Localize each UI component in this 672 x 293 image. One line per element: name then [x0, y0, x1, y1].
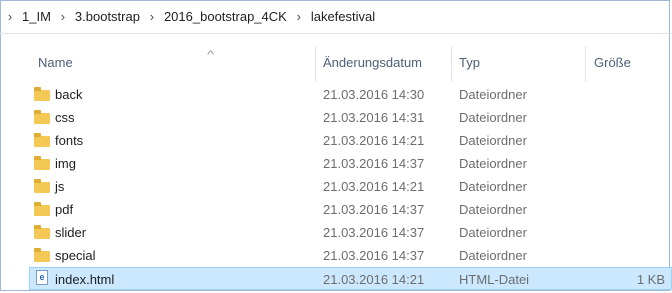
file-row[interactable]: back 21.03.2016 14:30 Dateiordner [0, 83, 672, 106]
folder-icon [34, 202, 50, 216]
file-date: 21.03.2016 14:21 [323, 179, 425, 194]
file-size: 1 KB [636, 272, 665, 287]
file-type: Dateiordner [459, 202, 527, 217]
file-row[interactable]: slider 21.03.2016 14:37 Dateiordner [0, 221, 672, 244]
file-name: slider [55, 225, 87, 240]
folder-icon [34, 248, 50, 262]
breadcrumb: › 1_IM › 3.bootstrap › 2016_bootstrap_4C… [0, 0, 672, 34]
html-file-icon: e [34, 270, 50, 285]
file-row[interactable]: img 21.03.2016 14:37 Dateiordner [0, 152, 672, 175]
breadcrumb-item-lakefestival[interactable]: lakefestival [307, 9, 379, 24]
file-row[interactable]: special 21.03.2016 14:37 Dateiordner [0, 244, 672, 267]
chevron-right-icon[interactable]: › [144, 9, 160, 24]
folder-icon [34, 225, 50, 239]
file-date: 21.03.2016 14:37 [323, 202, 425, 217]
column-header-name[interactable]: ^ Name [38, 49, 214, 70]
column-headers: ^ Name Änderungsdatum Typ Größe [0, 42, 672, 82]
breadcrumb-item-1-im[interactable]: 1_IM [18, 9, 55, 24]
column-header-name-label: Name [38, 55, 73, 70]
file-row[interactable]: fonts 21.03.2016 14:21 Dateiordner [0, 129, 672, 152]
folder-icon [34, 179, 50, 193]
file-row[interactable]: pdf 21.03.2016 14:37 Dateiordner [0, 198, 672, 221]
column-divider[interactable] [315, 46, 316, 82]
folder-icon [34, 156, 50, 170]
file-type: HTML-Datei [459, 272, 530, 287]
file-list: back 21.03.2016 14:30 Dateiordner css 21.03.… [0, 83, 672, 290]
file-name: special [55, 248, 96, 263]
file-date: 21.03.2016 14:30 [323, 87, 425, 102]
folder-icon [34, 133, 50, 147]
file-name: index.html [55, 272, 115, 287]
file-type: Dateiordner [459, 156, 527, 171]
file-date: 21.03.2016 14:21 [323, 133, 425, 148]
column-header-date[interactable]: Änderungsdatum [323, 55, 422, 70]
file-type: Dateiordner [459, 133, 527, 148]
chevron-right-icon[interactable]: › [55, 9, 71, 24]
column-header-size[interactable]: Größe [594, 55, 631, 70]
file-name: pdf [55, 202, 74, 217]
file-type: Dateiordner [459, 179, 527, 194]
file-row[interactable]: e index.html 21.03.2016 14:21 HTML-Datei 1 K… [29, 267, 672, 290]
file-name: img [55, 156, 76, 171]
file-type: Dateiordner [459, 225, 527, 240]
file-date: 21.03.2016 14:21 [323, 272, 425, 287]
chevron-right-icon[interactable]: › [291, 9, 307, 24]
column-divider[interactable] [451, 46, 452, 82]
breadcrumb-item-3-bootstrap[interactable]: 3.bootstrap [71, 9, 144, 24]
file-type: Dateiordner [459, 248, 527, 263]
file-name: js [55, 179, 65, 194]
column-header-type[interactable]: Typ [459, 55, 480, 70]
file-row[interactable]: css 21.03.2016 14:31 Dateiordner [0, 106, 672, 129]
file-name: css [55, 110, 75, 125]
chevron-right-icon[interactable]: › [2, 9, 18, 24]
folder-icon [34, 110, 50, 124]
file-date: 21.03.2016 14:37 [323, 225, 425, 240]
folder-icon [34, 87, 50, 101]
column-divider[interactable] [585, 46, 586, 82]
file-name: back [55, 87, 83, 102]
file-row[interactable]: js 21.03.2016 14:21 Dateiordner [0, 175, 672, 198]
breadcrumb-item-2016-bootstrap-4ck[interactable]: 2016_bootstrap_4CK [160, 9, 291, 24]
file-date: 21.03.2016 14:37 [323, 248, 425, 263]
file-type: Dateiordner [459, 87, 527, 102]
file-name: fonts [55, 133, 84, 148]
file-type: Dateiordner [459, 110, 527, 125]
file-date: 21.03.2016 14:31 [323, 110, 425, 125]
file-date: 21.03.2016 14:37 [323, 156, 425, 171]
sort-ascending-icon: ^ [206, 49, 215, 61]
